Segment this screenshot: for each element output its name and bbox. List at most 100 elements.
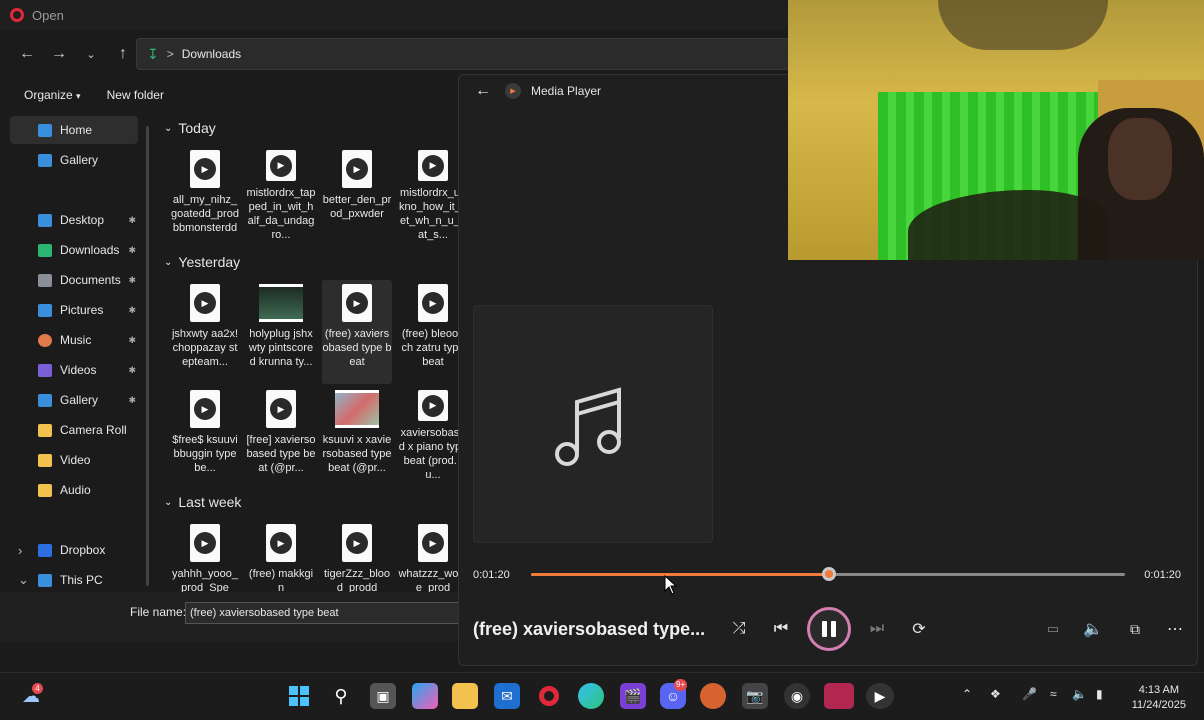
sidebar-item-this-pc[interactable]: ⌄ This PC xyxy=(10,566,138,594)
repeat-off-icon[interactable]: ⟳ xyxy=(905,615,933,643)
volume-icon[interactable]: 🔈 xyxy=(1079,615,1107,643)
outlook-icon[interactable]: ✉ xyxy=(494,683,520,709)
search-icon[interactable]: ⚲ xyxy=(328,683,354,709)
clock[interactable]: 4:13 AM 11/24/2025 xyxy=(1132,683,1186,713)
file-item[interactable]: ▶ better_den_prod_pxwder xyxy=(322,146,392,242)
task-view-icon[interactable]: ▣ xyxy=(370,683,396,709)
file-item[interactable]: ▶ (free) bleood ch zatru type beat xyxy=(398,280,458,384)
file-name: jshxwty aa2x! choppazay stepteam... xyxy=(171,328,239,368)
file-explorer-icon[interactable] xyxy=(452,683,478,709)
microphone-icon[interactable]: 🎤 xyxy=(1022,687,1037,701)
play-icon: ▶ xyxy=(422,154,444,177)
previous-icon[interactable]: ⏮ xyxy=(767,615,795,643)
sidebar-item-pictures[interactable]: Pictures ✱ xyxy=(10,296,138,324)
opera-taskbar-icon[interactable] xyxy=(536,683,562,709)
sidebar-item-music[interactable]: Music ✱ xyxy=(10,326,138,354)
back-icon[interactable]: ← xyxy=(475,82,491,100)
pc-icon xyxy=(38,573,52,587)
taskbar: ☁ 4 ⚲ ▣ ✉ 🎬 ☺ 9+ 📷 ◉ ▶ ⌃ ❖ 🎤 ≈ 🔈 ▮ 4:13 … xyxy=(0,672,1204,720)
sidebar-item-downloads[interactable]: Downloads ✱ xyxy=(10,236,138,264)
file-item[interactable]: holyplug jshxwty pintscored krunna ty... xyxy=(246,280,316,384)
chevron-down-icon[interactable]: ⌄ xyxy=(18,572,29,588)
dialog-title: Open xyxy=(32,7,64,23)
organize-button[interactable]: Organize ▾ xyxy=(24,88,81,102)
mini-player-icon[interactable]: ⧉ xyxy=(1121,615,1149,643)
play-icon: ▶ xyxy=(270,532,292,554)
app-red-icon[interactable] xyxy=(824,683,854,709)
battery-icon[interactable]: ▮ xyxy=(1096,687,1103,701)
pin-icon: ✱ xyxy=(128,214,136,225)
file-item[interactable]: ▶ jshxwty aa2x! choppazay stepteam... xyxy=(170,280,240,384)
file-item[interactable]: ▶ mistlordrx_tapped_in_wit_half_da_undagr… xyxy=(246,146,316,242)
obs-icon[interactable]: ◉ xyxy=(784,683,810,709)
clipchamp-icon[interactable]: 🎬 xyxy=(620,683,646,709)
sidebar-item-gallery[interactable]: Gallery xyxy=(10,146,138,174)
chevron-down-icon[interactable]: ⌄ xyxy=(82,45,100,63)
volume-tray-icon[interactable]: 🔈 xyxy=(1072,687,1087,701)
sidebar-scrollbar[interactable] xyxy=(146,126,149,586)
dropbox-tray-icon[interactable]: ❖ xyxy=(990,687,1001,701)
file-item[interactable]: ▶ $free$ ksuuvi bbuggin type be... xyxy=(170,386,240,482)
group-header-last-week[interactable]: ⌄ Last week xyxy=(164,494,241,510)
group-label: Last week xyxy=(178,494,242,510)
sidebar-item-video[interactable]: Video xyxy=(10,446,138,474)
file-item[interactable]: ▶ all_my_nihz_goatedd_prodbbmonsterdd xyxy=(170,146,240,242)
file-item[interactable]: ▶ [free] xaviersobased type beat (@pr... xyxy=(246,386,316,482)
address-bar[interactable]: ↧ > Downloads xyxy=(136,38,790,70)
play-icon: ▶ xyxy=(422,532,444,554)
clock-time: 4:13 AM xyxy=(1138,684,1180,696)
game-app-icon[interactable] xyxy=(700,683,726,709)
back-icon[interactable]: ← xyxy=(18,45,36,63)
dropbox-icon xyxy=(38,543,52,557)
seek-bar[interactable] xyxy=(531,567,1125,581)
group-header-today[interactable]: ⌄ Today xyxy=(164,120,216,136)
breadcrumb-downloads[interactable]: Downloads xyxy=(182,47,241,61)
sidebar-item-home[interactable]: Home xyxy=(10,116,138,144)
group-label: Yesterday xyxy=(178,254,241,270)
file-item[interactable]: ▶ mistlordrx_u_kno_how_it_get_wh_n_u_gat_… xyxy=(398,146,458,242)
copilot-icon[interactable] xyxy=(412,683,438,709)
video-thumbnail xyxy=(259,284,303,322)
forward-icon[interactable]: → xyxy=(50,45,68,63)
chevron-down-icon: ⌄ xyxy=(164,122,173,134)
up-icon[interactable]: ↑ xyxy=(114,45,132,63)
media-player-taskbar-icon[interactable]: ▶ xyxy=(866,683,894,709)
sidebar-item-dropbox[interactable]: › Dropbox xyxy=(10,536,138,564)
file-item[interactable]: ▶ (free) makkgin xyxy=(246,520,316,592)
seek-bar-thumb[interactable] xyxy=(822,567,837,581)
next-icon[interactable]: ⏭ xyxy=(863,615,891,643)
sidebar-item-label: Videos xyxy=(60,363,97,377)
wifi-icon[interactable]: ≈ xyxy=(1050,687,1057,701)
sidebar-item-videos[interactable]: Videos ✱ xyxy=(10,356,138,384)
file-item[interactable]: ▶ yahhh_yooo_prod_Spe xyxy=(170,520,240,592)
file-name: (free) makkgin xyxy=(248,568,314,592)
file-item[interactable]: ▶ xaviersobased x piano type beat (prod. … xyxy=(398,386,458,482)
camera-icon[interactable]: 📷 xyxy=(742,683,768,709)
new-folder-button[interactable]: New folder xyxy=(107,88,164,102)
file-name: (free) bleood ch zatru type beat xyxy=(401,328,459,368)
sidebar-item-documents[interactable]: Documents ✱ xyxy=(10,266,138,294)
file-item[interactable]: ▶ tigerZzz_blood_prodd xyxy=(322,520,392,592)
edge-icon[interactable] xyxy=(578,683,604,709)
sidebar-item-desktop[interactable]: Desktop ✱ xyxy=(10,206,138,234)
pause-bar xyxy=(822,621,827,637)
pin-icon: ✱ xyxy=(128,244,136,255)
file-item[interactable]: ▶ (free) xaviersobased type beat xyxy=(322,280,392,384)
shuffle-icon[interactable]: ⤮ xyxy=(725,615,753,643)
start-icon[interactable] xyxy=(286,683,312,709)
sidebar-item-gallery[interactable]: Gallery ✱ xyxy=(10,386,138,414)
media-file-icon: ▶ xyxy=(266,524,296,562)
sidebar-item-audio[interactable]: Audio xyxy=(10,476,138,504)
chevron-down-icon: ⌄ xyxy=(164,256,173,268)
file-item[interactable]: ksuuvi x xaviersobased type beat (@pr... xyxy=(322,386,392,482)
file-name-input[interactable]: (free) xaviersobased type beat xyxy=(185,602,460,624)
sidebar-item-camera-roll[interactable]: Camera Roll xyxy=(10,416,138,444)
pause-button[interactable] xyxy=(807,607,851,651)
group-header-yesterday[interactable]: ⌄ Yesterday xyxy=(164,254,240,270)
sidebar-item-label: Pictures xyxy=(60,303,104,317)
captions-icon[interactable]: ▭ xyxy=(1039,615,1067,643)
chevron-up-icon[interactable]: ⌃ xyxy=(962,687,972,701)
chevron-right-icon[interactable]: › xyxy=(18,543,22,558)
more-options-icon[interactable]: ⋯ xyxy=(1161,615,1189,643)
file-item[interactable]: ▶ whatzzz_worse_prod xyxy=(398,520,458,592)
